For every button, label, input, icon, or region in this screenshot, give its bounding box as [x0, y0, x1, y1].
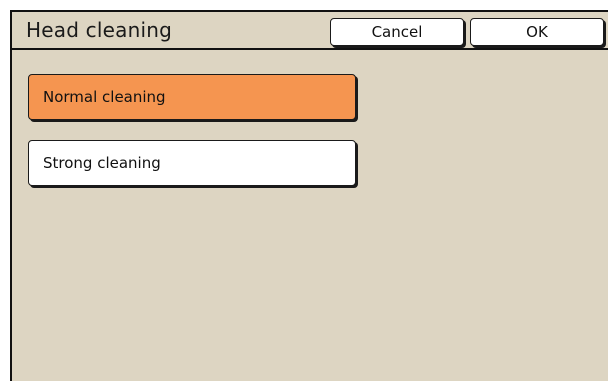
normal-cleaning-button[interactable]: Normal cleaning	[28, 74, 356, 120]
ok-button[interactable]: OK	[470, 18, 604, 46]
head-cleaning-screen: Head cleaning Cancel OK Normal cleaning …	[10, 10, 608, 381]
normal-cleaning-label: Normal cleaning	[43, 88, 166, 106]
strong-cleaning-button[interactable]: Strong cleaning	[28, 140, 356, 186]
page-title: Head cleaning	[26, 18, 172, 42]
strong-cleaning-label: Strong cleaning	[43, 154, 161, 172]
title-bar: Head cleaning Cancel OK	[12, 12, 608, 50]
cancel-button[interactable]: Cancel	[330, 18, 464, 46]
